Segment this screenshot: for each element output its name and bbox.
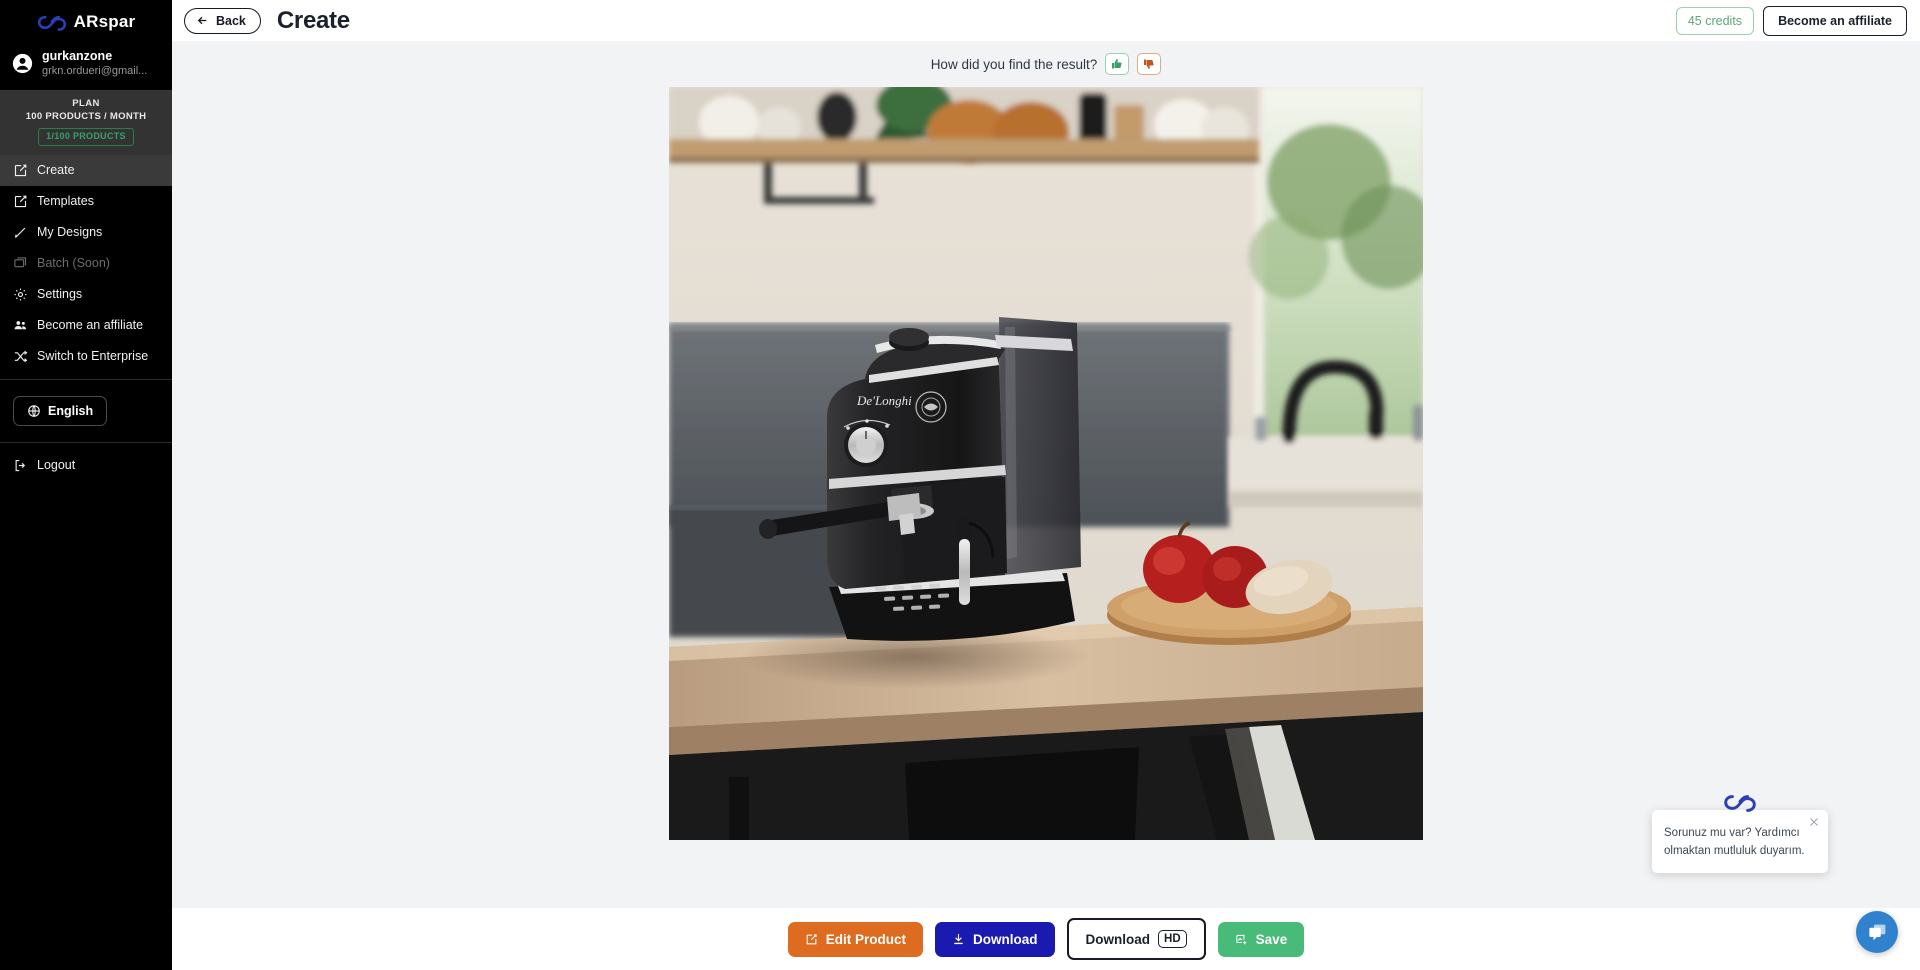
feedback-row: How did you find the result? bbox=[931, 53, 1162, 75]
save-label: Save bbox=[1255, 931, 1288, 947]
become-affiliate-button[interactable]: Become an affiliate bbox=[1763, 5, 1907, 36]
plan-box: PLAN 100 PRODUCTS / MONTH 1/100 PRODUCTS bbox=[0, 90, 172, 155]
plan-quota: 100 PRODUCTS / MONTH bbox=[25, 110, 147, 122]
sidebar-item-become-affiliate[interactable]: Become an affiliate bbox=[0, 310, 172, 341]
edit-square-icon bbox=[806, 933, 817, 944]
sidebar-item-my-designs[interactable]: My Designs bbox=[0, 217, 172, 248]
generated-image-preview[interactable]: De'Longhi bbox=[669, 87, 1423, 840]
language-section: English bbox=[0, 387, 172, 435]
sidebar-divider-bottom bbox=[0, 441, 172, 443]
sidebar-item-label: Templates bbox=[37, 194, 94, 209]
images-icon bbox=[14, 257, 27, 268]
logout-icon bbox=[15, 459, 26, 471]
infinity-logo-icon bbox=[37, 15, 66, 31]
globe-icon bbox=[28, 405, 40, 417]
sidebar-item-label: Settings bbox=[37, 287, 83, 302]
back-label: Back bbox=[216, 13, 246, 28]
thumbs-up-icon bbox=[1112, 59, 1122, 69]
sidebar-item-switch-enterprise[interactable]: Switch to Enterprise bbox=[0, 341, 172, 372]
sidebar-item-create[interactable]: Create bbox=[0, 154, 172, 186]
user-name: gurkanzone bbox=[42, 49, 113, 63]
chat-message: Sorunuz mu var? Yardımcı olmaktan mutlul… bbox=[1664, 826, 1805, 858]
feedback-question: How did you find the result? bbox=[930, 56, 1098, 72]
chat-launcher-button[interactable] bbox=[1856, 911, 1898, 953]
sidebar-item-templates[interactable]: Templates bbox=[0, 186, 172, 217]
kitchen-scene-image: De'Longhi bbox=[669, 87, 1423, 840]
sidebar: ARspar gurkanzone grkn.ordueri@gmail... … bbox=[0, 0, 172, 970]
content-area: How did you find the result? De'Longhi bbox=[172, 41, 1920, 908]
brand-logo[interactable]: ARspar bbox=[0, 0, 172, 41]
language-selector[interactable]: English bbox=[13, 395, 108, 426]
edit-product-label: Edit Product bbox=[825, 931, 907, 947]
thumbs-up-button[interactable] bbox=[1105, 53, 1130, 75]
logout-label: Logout bbox=[37, 458, 76, 473]
main-area: Back Create 45 credits Become an affilia… bbox=[172, 0, 1920, 970]
sidebar-item-label: Create bbox=[37, 163, 75, 178]
pen-icon bbox=[14, 227, 26, 238]
bottom-action-bar: Edit Product Download Download HD Save bbox=[172, 908, 1920, 970]
plan-label: PLAN bbox=[72, 98, 100, 110]
app-root: ARspar gurkanzone grkn.ordueri@gmail... … bbox=[0, 0, 1920, 970]
chat-popup: Sorunuz mu var? Yardımcı olmaktan mutlul… bbox=[1652, 794, 1828, 873]
download-hd-label: Download bbox=[1085, 931, 1151, 947]
download-hd-button[interactable]: Download HD bbox=[1066, 917, 1206, 961]
edit-square-icon bbox=[14, 164, 27, 176]
infinity-logo-icon bbox=[1724, 794, 1756, 812]
edit-product-button[interactable]: Edit Product bbox=[787, 921, 924, 957]
credits-badge[interactable]: 45 credits bbox=[1675, 6, 1755, 35]
page-title: Create bbox=[276, 6, 350, 34]
gear-icon bbox=[14, 288, 27, 301]
download-icon bbox=[954, 934, 963, 945]
hd-badge: HD bbox=[1158, 929, 1187, 949]
top-bar: Back Create 45 credits Become an affilia… bbox=[172, 0, 1920, 41]
user-profile[interactable]: gurkanzone grkn.ordueri@gmail... bbox=[0, 41, 172, 90]
svg-text:De'Longhi: De'Longhi bbox=[856, 393, 912, 408]
people-icon bbox=[14, 320, 27, 330]
download-button[interactable]: Download bbox=[935, 921, 1055, 957]
top-bar-actions: 45 credits Become an affiliate bbox=[1675, 5, 1907, 36]
thumbs-down-icon bbox=[1144, 59, 1154, 69]
sidebar-item-label: Become an affiliate bbox=[37, 318, 144, 333]
sidebar-divider-top bbox=[0, 378, 172, 380]
save-image-icon bbox=[1236, 934, 1247, 944]
thumbs-down-button[interactable] bbox=[1137, 53, 1162, 75]
save-button[interactable]: Save bbox=[1217, 921, 1305, 957]
chat-bubble-icon bbox=[1868, 924, 1885, 940]
sidebar-item-batch: Batch (Soon) bbox=[0, 248, 172, 279]
back-button[interactable]: Back bbox=[184, 7, 261, 34]
sidebar-nav: Create Templates My Designs Batch (Soon) bbox=[0, 154, 172, 372]
brand-name: ARspar bbox=[73, 12, 136, 31]
plan-usage-badge: 1/100 PRODUCTS bbox=[38, 128, 134, 146]
sidebar-item-label: My Designs bbox=[37, 225, 103, 240]
user-avatar-icon bbox=[12, 54, 33, 74]
sidebar-item-settings[interactable]: Settings bbox=[0, 279, 172, 310]
logout-button[interactable]: Logout bbox=[13, 458, 75, 473]
close-icon[interactable] bbox=[1808, 816, 1820, 828]
user-email: grkn.ordueri@gmail... bbox=[42, 64, 148, 77]
sidebar-item-label: Switch to Enterprise bbox=[37, 349, 149, 364]
arrow-left-icon bbox=[197, 16, 207, 25]
edit-square-icon bbox=[14, 195, 27, 207]
sidebar-item-label: Batch (Soon) bbox=[37, 256, 110, 271]
download-label: Download bbox=[973, 931, 1038, 947]
shuffle-icon bbox=[14, 350, 28, 363]
language-label: English bbox=[48, 403, 94, 418]
logout-section: Logout bbox=[0, 450, 172, 486]
